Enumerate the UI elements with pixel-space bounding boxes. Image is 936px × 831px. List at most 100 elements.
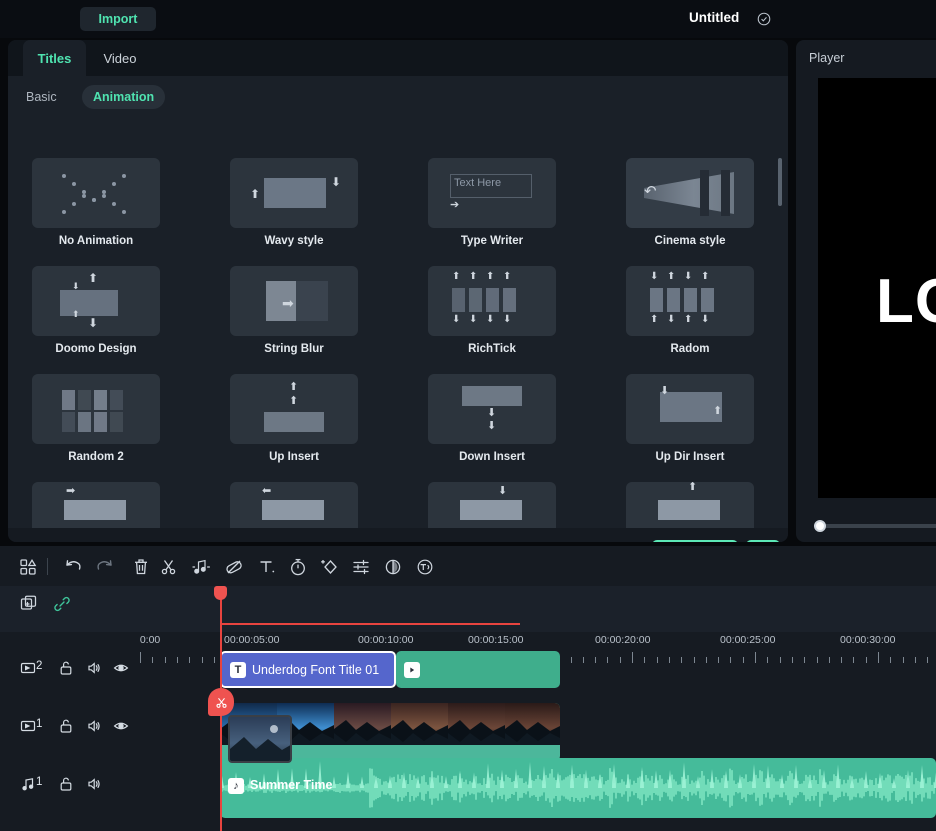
track-row-video-1: 1 bbox=[0, 702, 936, 764]
unlock-icon[interactable] bbox=[58, 660, 74, 676]
animation-label: RichTick bbox=[428, 343, 556, 355]
scissors-icon[interactable] bbox=[158, 556, 180, 578]
check-circle-icon bbox=[757, 12, 771, 26]
animation-thumbnail: ↶ bbox=[626, 158, 754, 228]
audio-type-badge: ♪ bbox=[228, 778, 244, 794]
track-number-audio-1: 1 bbox=[36, 776, 42, 788]
panel-tabs: Titles Video bbox=[8, 40, 788, 76]
timeline-toolbar bbox=[0, 546, 936, 586]
animation-thumbnail bbox=[32, 374, 160, 444]
video-frame-thumbnail bbox=[391, 703, 448, 745]
project-title: Untitled bbox=[689, 10, 739, 25]
player-progress-knob[interactable] bbox=[814, 520, 826, 532]
panel-subtabs: Basic Animation bbox=[8, 76, 788, 118]
track-number-video-2: 2 bbox=[36, 660, 42, 672]
animation-item-type-writer[interactable]: Text Here ➔Type Writer bbox=[428, 158, 556, 247]
link-icon[interactable] bbox=[52, 594, 72, 614]
speaker-icon[interactable] bbox=[86, 776, 102, 792]
player-progress-slider[interactable] bbox=[814, 524, 936, 528]
animation-label: Down Insert bbox=[428, 451, 556, 463]
transition-clip[interactable] bbox=[396, 651, 560, 688]
playhead-handle[interactable] bbox=[214, 586, 227, 600]
animation-item-radom[interactable]: ⬇⬆⬆⬇⬇⬆⬆⬇Radom bbox=[626, 266, 754, 355]
animation-item-doomo-design[interactable]: ⬆ ⬇ ⬆ ⬇Doomo Design bbox=[32, 266, 160, 355]
animation-item-richtick[interactable]: ⬆⬇⬆⬇⬆⬇⬆⬇RichTick bbox=[428, 266, 556, 355]
video-preview[interactable]: LO Lo bbox=[818, 78, 936, 498]
eye-icon[interactable] bbox=[113, 660, 129, 676]
animation-item-partial[interactable]: ⬆ bbox=[626, 482, 754, 528]
tab-video[interactable]: Video bbox=[93, 40, 147, 76]
animation-label: Up Dir Insert bbox=[626, 451, 754, 463]
title-clip[interactable]: T Underdog Font Title 01 bbox=[220, 651, 396, 688]
video-frame-thumbnail bbox=[334, 703, 391, 745]
subtab-animation[interactable]: Animation bbox=[82, 85, 165, 109]
animation-item-no-animation[interactable]: No Animation bbox=[32, 158, 160, 247]
color-diamond-icon[interactable] bbox=[318, 556, 340, 578]
caption-icon[interactable] bbox=[414, 556, 436, 578]
animation-item-down-insert[interactable]: ⬇ ⬇ Down Insert bbox=[428, 374, 556, 463]
video-track-icon bbox=[20, 660, 36, 676]
animation-thumbnail: ➡ bbox=[32, 482, 160, 528]
player-panel: Player LO Lo bbox=[796, 40, 936, 542]
animation-thumbnail: ⬆ ⬆ bbox=[230, 374, 358, 444]
animation-item-string-blur[interactable]: ➡String Blur bbox=[230, 266, 358, 355]
animation-item-partial[interactable]: ➡ bbox=[32, 482, 160, 528]
add-layer-icon[interactable] bbox=[19, 594, 39, 614]
tab-titles[interactable]: Titles bbox=[23, 40, 86, 76]
animation-item-wavy-style[interactable]: ⬆ ⬇ Wavy style bbox=[230, 158, 358, 247]
playhead-ruler-marker bbox=[220, 623, 520, 625]
animation-thumbnail: ⬇ bbox=[428, 482, 556, 528]
animation-label: Up Insert bbox=[230, 451, 358, 463]
video-track-icon bbox=[20, 718, 36, 734]
track-number-video-1: 1 bbox=[36, 718, 42, 730]
animation-item-partial[interactable]: ⬇ bbox=[428, 482, 556, 528]
animation-item-random-2[interactable]: Random 2 bbox=[32, 374, 160, 463]
animation-item-up-dir-insert[interactable]: ⬇ ⬆ Up Dir Insert bbox=[626, 374, 754, 463]
video-frame-thumbnail bbox=[448, 703, 505, 745]
animation-label: Random 2 bbox=[32, 451, 160, 463]
sliders-icon[interactable] bbox=[350, 556, 372, 578]
animation-scrollbar[interactable] bbox=[778, 158, 782, 206]
animation-item-partial[interactable]: ⬅ bbox=[230, 482, 358, 528]
music-note-icon[interactable] bbox=[190, 556, 212, 578]
animation-thumbnail: ⬇ ⬆ bbox=[626, 374, 754, 444]
eye-icon[interactable] bbox=[113, 718, 129, 734]
rotate-icon[interactable] bbox=[382, 556, 404, 578]
text-icon[interactable] bbox=[256, 556, 278, 578]
animation-thumbnail: ⬆ ⬇ bbox=[230, 158, 358, 228]
timeline: 00:0000:00:05:0000:00:10:0000:00:15:0000… bbox=[0, 546, 936, 831]
speaker-icon[interactable] bbox=[86, 660, 102, 676]
animation-item-up-insert[interactable]: ⬆ ⬆ Up Insert bbox=[230, 374, 358, 463]
redo-icon[interactable] bbox=[94, 556, 116, 578]
audio-clip[interactable]: ♪ Summer Time bbox=[220, 758, 936, 818]
animation-item-cinema-style[interactable]: ↶ Cinema style bbox=[626, 158, 754, 247]
animation-grid-scroll[interactable]: No Animation ⬆ ⬇ Wavy style Text Here ➔Ty… bbox=[8, 118, 788, 528]
player-title: Player bbox=[809, 51, 844, 65]
stopwatch-icon[interactable] bbox=[287, 556, 309, 578]
unlock-icon[interactable] bbox=[58, 776, 74, 792]
trash-icon[interactable] bbox=[130, 556, 152, 578]
video-frame-thumbnail bbox=[505, 703, 560, 745]
import-button[interactable]: Import bbox=[80, 7, 156, 31]
drag-preview-thumbnail bbox=[228, 715, 292, 763]
grid-icon[interactable] bbox=[17, 556, 39, 578]
audio-clip-label: Summer Time bbox=[250, 778, 332, 792]
animation-label: Radom bbox=[626, 343, 754, 355]
animation-thumbnail: Text Here ➔ bbox=[428, 158, 556, 228]
undo-icon[interactable] bbox=[62, 556, 84, 578]
title-type-badge: T bbox=[230, 662, 246, 678]
subtab-basic[interactable]: Basic bbox=[26, 85, 57, 109]
split-tool-icon[interactable] bbox=[208, 688, 234, 716]
ok-button[interactable]: OK bbox=[746, 540, 780, 542]
animation-label: No Animation bbox=[32, 235, 160, 247]
animation-thumbnail: ⬇ ⬇ bbox=[428, 374, 556, 444]
animation-label: Doomo Design bbox=[32, 343, 160, 355]
unlock-icon[interactable] bbox=[58, 718, 74, 734]
speaker-icon[interactable] bbox=[86, 718, 102, 734]
advance-button[interactable]: Advance bbox=[652, 540, 738, 542]
top-bar: Import Untitled bbox=[0, 0, 936, 38]
animation-label: Cinema style bbox=[626, 235, 754, 247]
timeline-ruler-row: 00:0000:00:05:0000:00:10:0000:00:15:0000… bbox=[0, 586, 936, 632]
tag-icon[interactable] bbox=[223, 556, 245, 578]
animation-label: Wavy style bbox=[230, 235, 358, 247]
